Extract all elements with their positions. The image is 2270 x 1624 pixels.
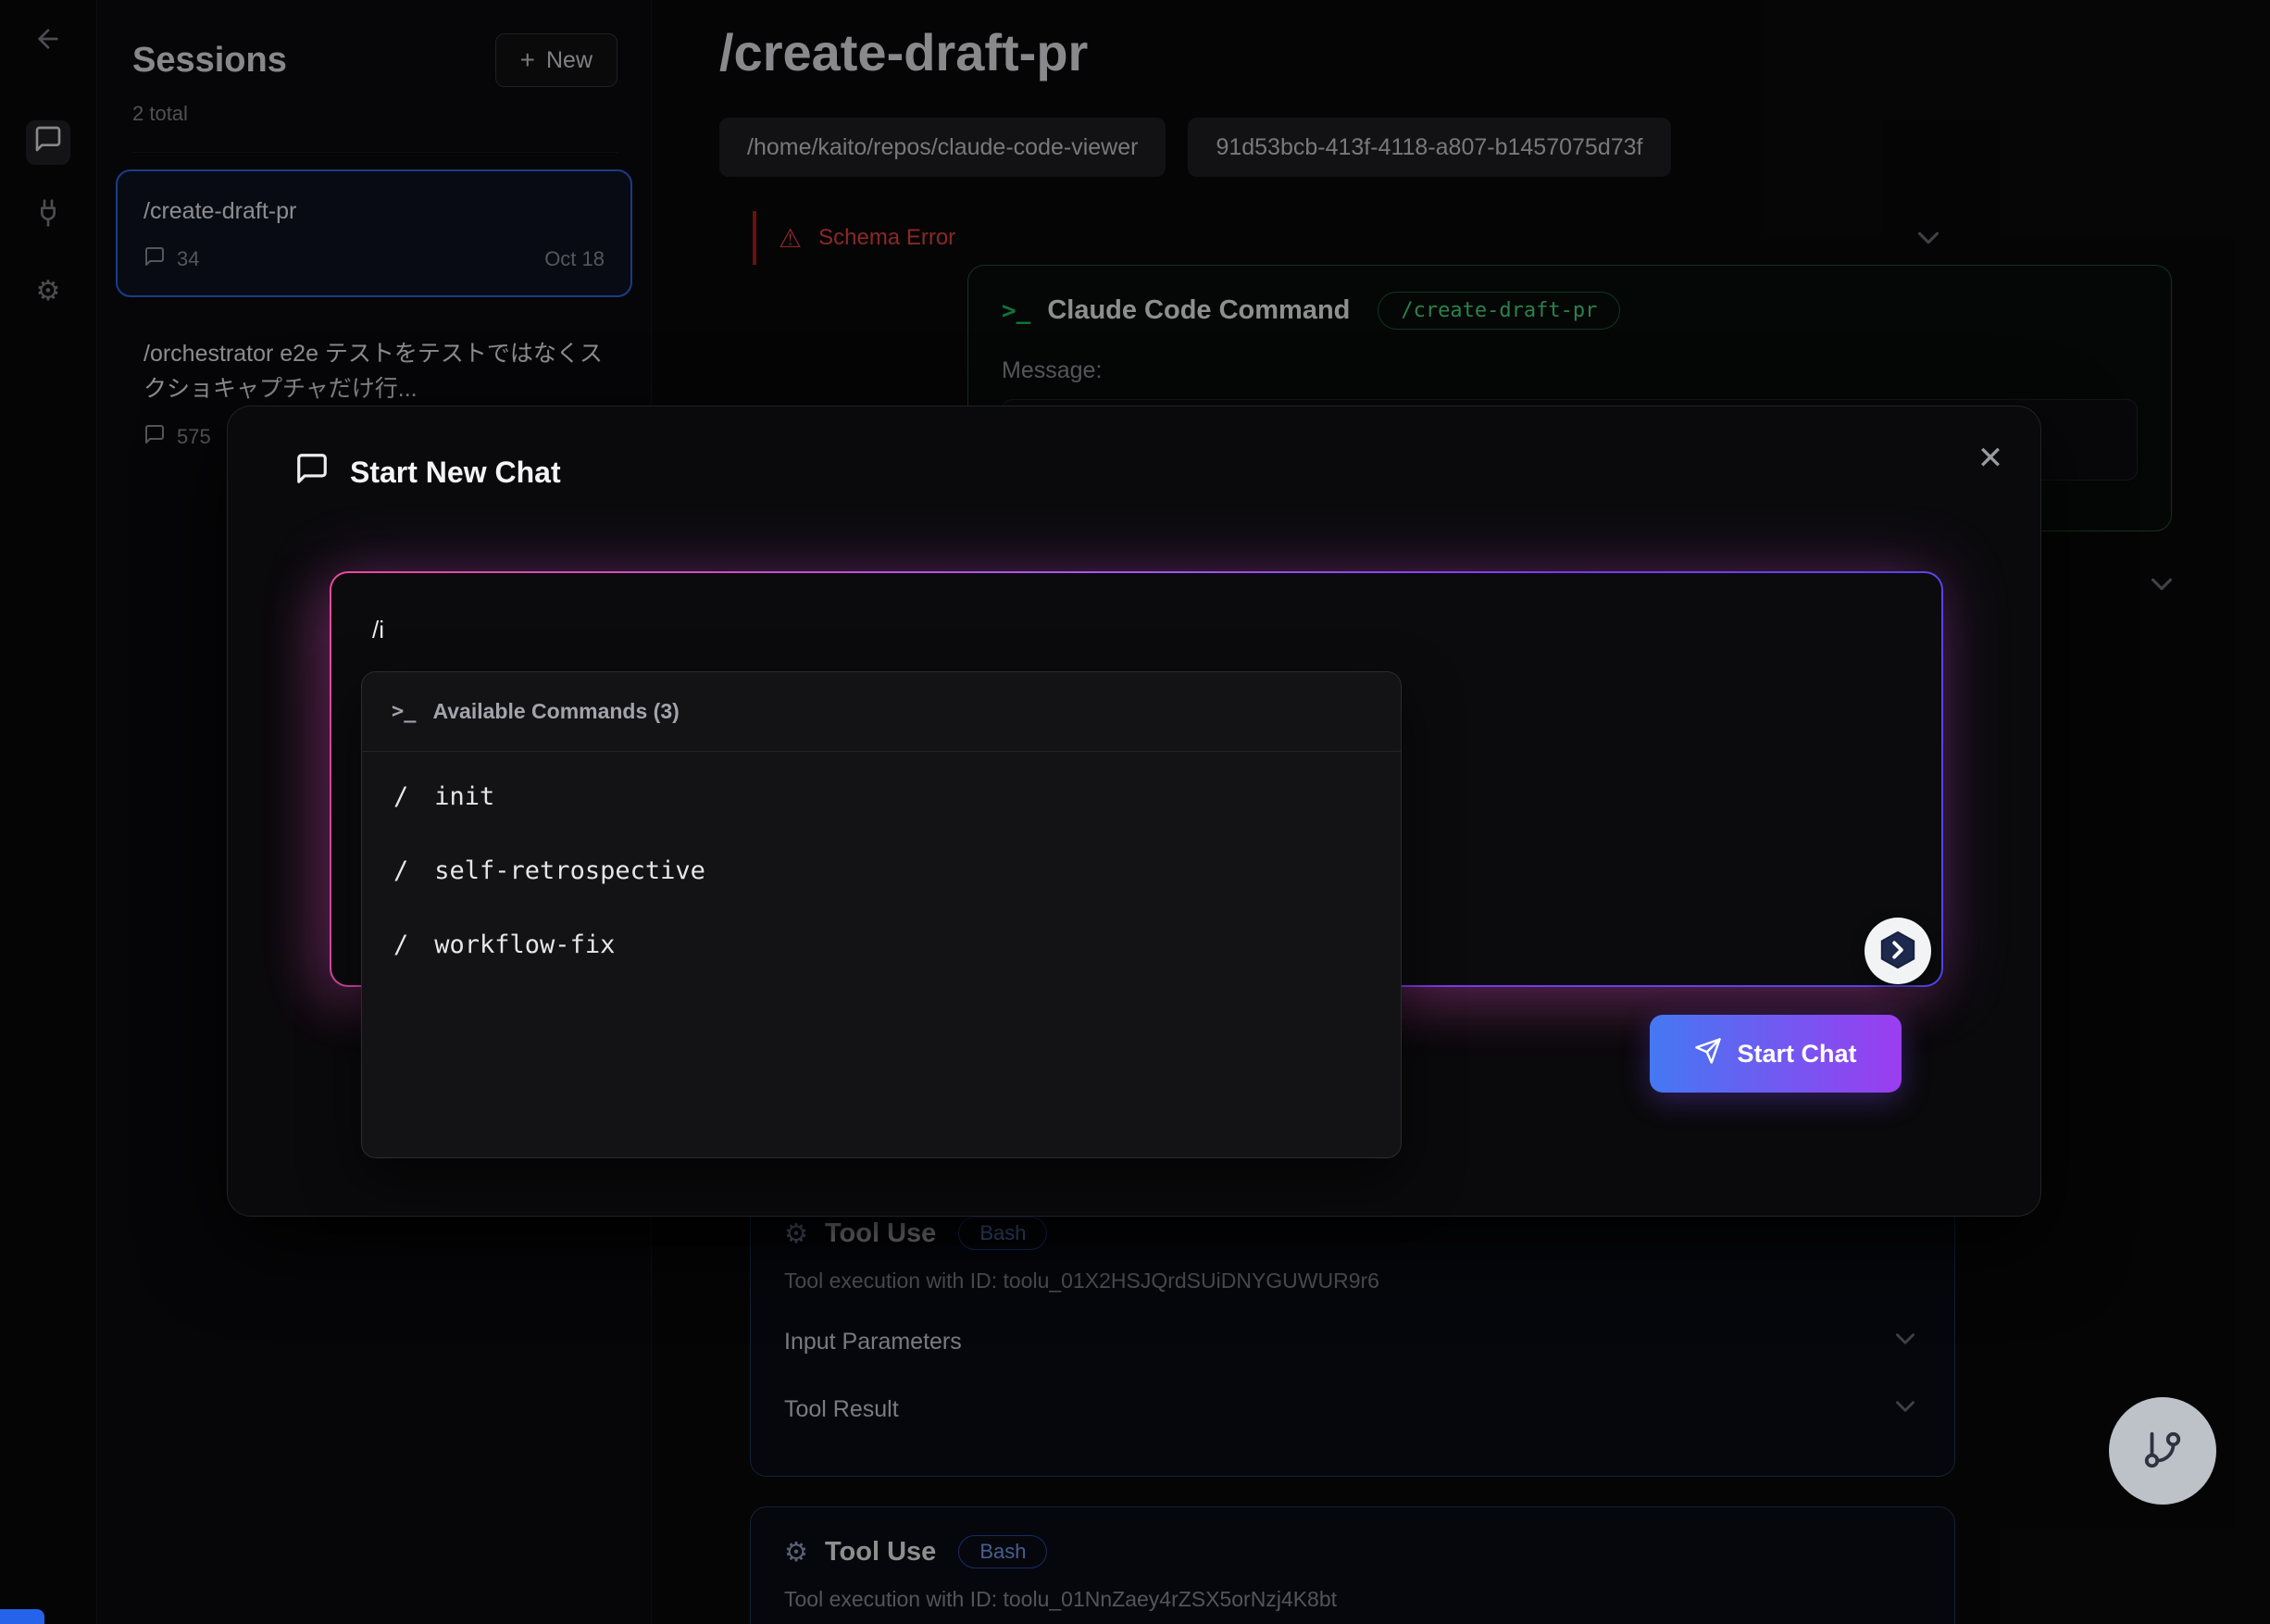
command-prefix: / [393, 856, 408, 885]
command-item-init[interactable]: / init [362, 759, 1401, 833]
commands-header: Available Commands (3) [433, 699, 680, 724]
close-icon: ✕ [1977, 440, 2004, 477]
hexagon-action-button[interactable] [1865, 918, 1931, 984]
command-item-self-retrospective[interactable]: / self-retrospective [362, 833, 1401, 907]
corner-toast-fragment [0, 1609, 44, 1624]
hexagon-arrow-icon [1877, 929, 1919, 974]
dev-tools-fab[interactable] [2109, 1397, 2216, 1505]
command-name: self-retrospective [434, 856, 705, 885]
command-name: init [434, 782, 494, 811]
start-new-chat-dialog: Start New Chat ✕ /i >_ Available Command… [227, 406, 2041, 1217]
modal-title: Start New Chat [350, 456, 561, 490]
terminal-prompt-icon: >_ [392, 700, 417, 723]
command-name: workflow-fix [434, 931, 615, 959]
git-branch-icon [2141, 1429, 2184, 1474]
chat-bubble-icon [294, 451, 330, 493]
send-icon [1694, 1037, 1722, 1071]
start-chat-button[interactable]: Start Chat [1650, 1015, 1902, 1093]
command-item-workflow-fix[interactable]: / workflow-fix [362, 907, 1401, 981]
close-button[interactable]: ✕ [1966, 434, 2014, 482]
command-prefix: / [393, 931, 408, 959]
command-suggestions-dropdown: >_ Available Commands (3) / init / self-… [361, 671, 1402, 1158]
app-root: ⚙ Sessions + New 2 total /create-draft-p… [0, 0, 2270, 1624]
start-chat-label: Start Chat [1737, 1040, 1856, 1068]
command-prefix: / [393, 782, 408, 811]
